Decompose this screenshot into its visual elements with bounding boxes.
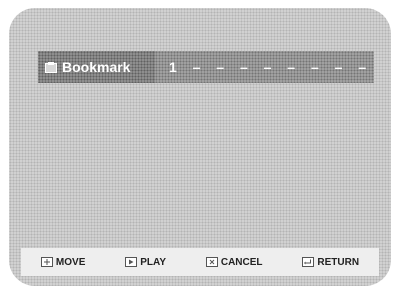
play-key-hint: PLAY xyxy=(125,257,166,268)
return-key-icon xyxy=(302,257,315,267)
cancel-key-icon xyxy=(205,257,218,267)
bookmark-bar: Bookmark 1 – – – – – – – – xyxy=(38,51,374,83)
bookmark-slot-5[interactable]: – xyxy=(256,59,280,75)
return-key-label: RETURN xyxy=(317,256,360,268)
cancel-key-label: CANCEL xyxy=(220,256,263,268)
play-key-icon xyxy=(125,257,138,267)
bookmark-slot-8[interactable]: – xyxy=(327,59,351,75)
bookmark-slot-1[interactable]: 1 xyxy=(161,59,185,75)
key-guide-footer: MOVE PLAY CANCEL RETURN xyxy=(21,248,379,276)
move-key-icon xyxy=(40,257,53,267)
bookmark-label: Bookmark xyxy=(62,59,131,75)
move-key-hint: MOVE xyxy=(40,256,86,268)
bookmark-slot-9[interactable]: – xyxy=(350,59,374,75)
return-key-hint: RETURN xyxy=(302,257,359,268)
play-key-label: PLAY xyxy=(140,256,166,268)
bookmark-slot-7[interactable]: – xyxy=(303,59,327,75)
bookmark-label-box: Bookmark xyxy=(38,51,155,83)
osd-screen: Bookmark 1 – – – – – – – – MOVE PLAY CAN… xyxy=(9,8,391,286)
bookmark-slot-6[interactable]: – xyxy=(279,59,303,75)
move-key-label: MOVE xyxy=(55,256,86,268)
bookmark-slot-4[interactable]: – xyxy=(232,59,256,75)
bookmark-icon xyxy=(45,61,57,73)
bookmark-slots: 1 – – – – – – – – xyxy=(155,51,374,83)
bookmark-slot-2[interactable]: – xyxy=(185,59,209,75)
cancel-key-hint: CANCEL xyxy=(205,256,263,268)
bookmark-slot-3[interactable]: – xyxy=(208,59,232,75)
